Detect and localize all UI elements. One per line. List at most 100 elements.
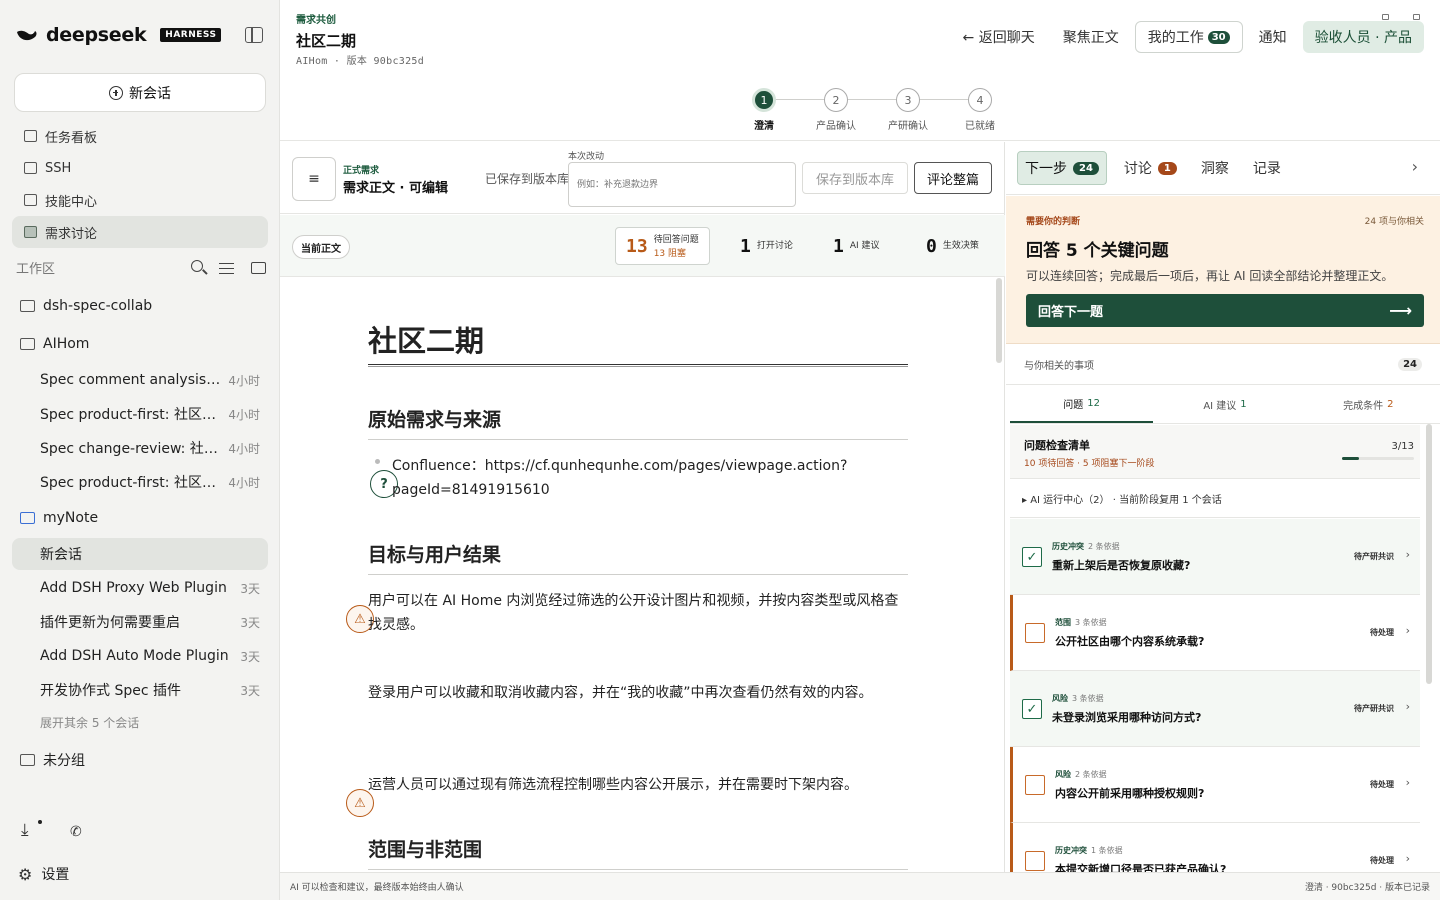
judgement-kicker: 需要你的判断 (1026, 217, 1081, 227)
chevron-right-icon[interactable]: › (1412, 157, 1418, 176)
sidebar-item-task-board[interactable]: 任务看板 (12, 120, 268, 152)
stat-ai-suggestions[interactable]: 1 AI 建议 (833, 227, 880, 265)
answer-next-button[interactable]: 回答下一题 ⟶ (1026, 294, 1424, 327)
question-title: 本提交新增口径是否已获产品确认? (1055, 863, 1227, 872)
checkbox-unchecked[interactable] (1025, 623, 1045, 643)
tab-records[interactable]: 记录 (1246, 152, 1288, 184)
document-scrollbar[interactable] (996, 278, 1002, 363)
list-item[interactable]: Spec product-first: 社区二期 4小时 (12, 466, 268, 498)
subtab-completion[interactable]: 完成条件 2 (1297, 386, 1440, 423)
stat-pending-questions[interactable]: 13 待回答问题 13 阻塞 (615, 227, 710, 265)
progress-fill (1342, 457, 1359, 460)
question-card[interactable]: 历史冲突 1 条依据 本提交新增口径是否已获产品确认? 待处理 › (1010, 823, 1420, 872)
role-switch-button[interactable]: 验收人员 · 产品 (1302, 21, 1424, 53)
list-item[interactable]: Add DSH Proxy Web Plugin 3天 (12, 572, 268, 604)
folder-mynote[interactable]: myNote (20, 510, 98, 526)
document-scroll-area[interactable]: ? ⚠ ⚠ 社区二期 原始需求与来源 Confluence：https://cf… (280, 278, 1005, 872)
checkbox-checked[interactable]: ✓ (1022, 699, 1042, 719)
question-status: 待处理 (1370, 628, 1394, 637)
question-card[interactable]: 范围 3 条依据 公开社区由哪个内容系统承载? 待处理 › (1010, 595, 1420, 671)
minimize-icon[interactable] (1382, 14, 1389, 20)
comment-whole-button[interactable]: 评论整篇 (914, 162, 992, 194)
subtab-questions[interactable]: 问题 12 (1010, 386, 1154, 423)
folder-ungrouped[interactable]: 未分组 (20, 750, 85, 770)
brand-logo[interactable]: deepseek HARNESS (16, 24, 222, 46)
folder-open-icon (20, 512, 35, 524)
phone-icon[interactable]: ✆ (70, 824, 82, 840)
list-item[interactable]: Spec comment analysis: ... 4小时 (12, 364, 268, 396)
settings-button[interactable]: ⚙ 设置 (18, 864, 69, 884)
folder-dsh-spec-collab[interactable]: dsh-spec-collab (20, 298, 152, 314)
status-footer: AI 可以检查和建议，最终版本始终由人确认 澄清 · 90bc325d · 版本… (280, 872, 1440, 900)
filter-icon[interactable] (219, 260, 235, 276)
list-item[interactable]: Spec change-review: 社区... 4小时 (12, 432, 268, 464)
focus-body-button[interactable]: 聚焦正文 (1051, 21, 1131, 53)
maximize-icon[interactable] (1413, 14, 1420, 20)
chat-title: 开发协作式 Spec 插件 (40, 683, 181, 699)
checklist-title: 问题检查清单 (1024, 439, 1090, 452)
question-evidence: 3 条依据 (1072, 694, 1104, 703)
board-icon (24, 130, 37, 142)
list-item[interactable]: 开发协作式 Spec 插件 3天 (12, 674, 268, 706)
tab-discussion[interactable]: 讨论 1 (1117, 152, 1184, 184)
sidebar-item-skills[interactable]: 技能中心 (12, 184, 268, 216)
back-to-chat-button[interactable]: ← 返回聊天 (951, 21, 1047, 53)
notifications-button[interactable]: 通知 (1247, 21, 1299, 53)
new-folder-icon[interactable] (251, 261, 266, 274)
subtab-ai-suggestions[interactable]: AI 建议 1 (1153, 386, 1296, 423)
checklist-progress-bar (1342, 457, 1414, 460)
stat-open-discussions[interactable]: 1 打开讨论 (740, 227, 793, 265)
question-tag: 风险 (1052, 694, 1068, 703)
stat-label: 待回答问题 (653, 234, 699, 245)
requirement-title: 需求正文 · 可编辑 (343, 181, 448, 196)
list-item[interactable]: 插件更新为何需要重启 3天 (12, 606, 268, 638)
book-icon (24, 194, 37, 206)
section-heading: 范围与非范围 (368, 839, 483, 861)
tab-insights[interactable]: 洞察 (1194, 152, 1236, 184)
chat-title: Add DSH Proxy Web Plugin (40, 580, 227, 596)
right-panel-scrollbar[interactable] (1426, 424, 1432, 684)
page-title: 社区二期 (296, 32, 357, 50)
sidebar-item-discussion[interactable]: 需求讨论 (12, 216, 268, 248)
search-icon[interactable] (191, 259, 203, 272)
outline-menu-icon[interactable]: ≡ (292, 157, 336, 201)
question-card[interactable]: 风险 2 条依据 内容公开前采用哪种授权规则? 待处理 › (1010, 747, 1420, 823)
stat-effective-decisions[interactable]: 0 生效决策 (926, 227, 979, 265)
sidebar-toggle-icon[interactable] (245, 27, 263, 43)
folder-label: dsh-spec-collab (43, 298, 153, 314)
checkbox-checked[interactable]: ✓ (1022, 547, 1042, 567)
ai-run-center-toggle[interactable]: ▸ AI 运行中心（2） · 当前阶段复用 1 个会话 (1010, 480, 1420, 518)
list-item[interactable]: Spec product-first: 社区二期 4小时 (12, 398, 268, 430)
list-item[interactable]: 新会话 (12, 538, 268, 570)
related-subtabs: 问题 12 AI 建议 1 完成条件 2 (1010, 386, 1440, 424)
step-clarify[interactable]: 1 澄清 (734, 88, 794, 132)
step-rd-confirm[interactable]: 3 产研确认 (878, 88, 938, 132)
section-heading: 目标与用户结果 (368, 544, 502, 566)
save-to-repo-button[interactable]: 保存到版本库 (802, 162, 908, 194)
stat-sub: 13 阻塞 (653, 248, 687, 259)
checkbox-unchecked[interactable] (1025, 851, 1045, 871)
question-card[interactable]: ✓ 风险 3 条依据 未登录浏览采用哪种访问方式? 待产研共识 › (1010, 671, 1420, 747)
current-body-pill[interactable]: 当前正文 (292, 235, 350, 259)
sidebar-item-ssh[interactable]: SSH (12, 152, 268, 184)
new-chat-label: 新会话 (129, 85, 171, 102)
source-link[interactable]: Confluence：https://cf.qunhequnhe.com/pag… (392, 454, 862, 502)
list-item[interactable]: Add DSH Auto Mode Plugin 3天 (12, 640, 268, 672)
chat-title: 插件更新为何需要重启 (40, 615, 180, 631)
related-count-badge: 24 (1398, 358, 1422, 371)
expand-more-link[interactable]: 展开其余 5 个会话 (40, 714, 139, 731)
new-chat-button[interactable]: 新会话 (14, 73, 266, 112)
paragraph: 用户可以在 AI Home 内浏览经过筛选的公开设计图片和视频，并按内容类型或风… (368, 593, 899, 633)
my-work-button[interactable]: 我的工作 30 (1134, 21, 1243, 53)
question-checklist-header: 问题检查清单 10 项待回答 · 5 项阻塞下一阶段 3/13 (1010, 425, 1420, 479)
step-ready[interactable]: 4 已就绪 (950, 88, 1010, 132)
question-evidence: 2 条依据 (1088, 542, 1120, 551)
question-card[interactable]: ✓ 历史冲突 2 条依据 重新上架后是否恢复原收藏? 待产研共识 › (1010, 519, 1420, 595)
checkbox-unchecked[interactable] (1025, 775, 1045, 795)
document-h1: 社区二期 (368, 324, 485, 358)
step-product-confirm[interactable]: 2 产品确认 (806, 88, 866, 132)
folder-aihom[interactable]: AIHom (20, 336, 89, 352)
download-icon[interactable] (21, 820, 42, 840)
tab-next-step[interactable]: 下一步 24 (1017, 151, 1107, 185)
change-note-input[interactable] (568, 162, 796, 207)
